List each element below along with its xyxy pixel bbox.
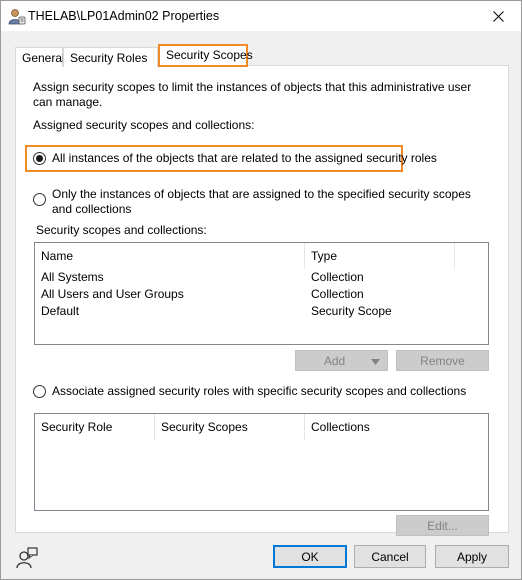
column-header-security-role[interactable]: Security Role bbox=[35, 414, 155, 440]
column-header-name[interactable]: Name bbox=[35, 243, 305, 269]
close-button[interactable] bbox=[475, 1, 521, 31]
cell-type: Collection bbox=[311, 270, 364, 284]
properties-window: THELAB\LP01Admin02 Properties Assign sec… bbox=[0, 0, 522, 580]
roles-list[interactable]: Security Role Security Scopes Collection… bbox=[34, 413, 489, 511]
tab-general[interactable]: General bbox=[15, 47, 65, 67]
radio-all-instances-label[interactable]: All instances of the objects that are re… bbox=[52, 151, 437, 166]
add-button[interactable]: Add bbox=[295, 350, 388, 371]
user-properties-icon bbox=[8, 9, 26, 25]
column-header-security-scopes[interactable]: Security Scopes bbox=[155, 414, 305, 440]
user-help-icon[interactable] bbox=[15, 546, 39, 570]
apply-button[interactable]: Apply bbox=[435, 545, 509, 568]
column-header-collections[interactable]: Collections bbox=[305, 414, 489, 440]
cell-name: All Systems bbox=[41, 270, 104, 284]
cell-type: Collection bbox=[311, 287, 364, 301]
title-bar[interactable]: THELAB\LP01Admin02 Properties bbox=[1, 1, 521, 31]
radio-associate[interactable] bbox=[33, 385, 46, 398]
remove-button[interactable]: Remove bbox=[396, 350, 489, 371]
cell-name: All Users and User Groups bbox=[41, 287, 184, 301]
cancel-button[interactable]: Cancel bbox=[354, 545, 426, 568]
tab-security-roles[interactable]: Security Roles bbox=[63, 47, 158, 67]
cell-name: Default bbox=[41, 304, 80, 318]
scopes-list[interactable]: Name Type All Systems Collection All Use… bbox=[34, 242, 489, 345]
window-title: THELAB\LP01Admin02 Properties bbox=[28, 9, 220, 23]
radio-associate-label[interactable]: Associate assigned security roles with s… bbox=[52, 384, 466, 399]
scopes-heading: Security scopes and collections: bbox=[36, 223, 207, 237]
add-button-label: Add bbox=[323, 353, 346, 368]
description-text: Assign security scopes to limit the inst… bbox=[33, 80, 472, 109]
column-header-type[interactable]: Type bbox=[305, 243, 455, 269]
tab-panel-security-scopes: Assign security scopes to limit the inst… bbox=[15, 65, 509, 536]
radio-only-instances-label[interactable]: Only the instances of objects that are a… bbox=[52, 187, 472, 217]
dropdown-arrow-icon bbox=[371, 359, 380, 365]
edit-button[interactable]: Edit... bbox=[396, 515, 489, 536]
close-icon bbox=[492, 10, 504, 22]
tab-security-scopes[interactable]: Security Scopes bbox=[158, 44, 253, 67]
assigned-heading: Assigned security scopes and collections… bbox=[33, 118, 255, 132]
radio-all-instances[interactable] bbox=[33, 152, 46, 165]
ok-button[interactable]: OK bbox=[273, 545, 347, 568]
cell-type: Security Scope bbox=[311, 304, 392, 318]
radio-only-instances[interactable] bbox=[33, 193, 46, 206]
